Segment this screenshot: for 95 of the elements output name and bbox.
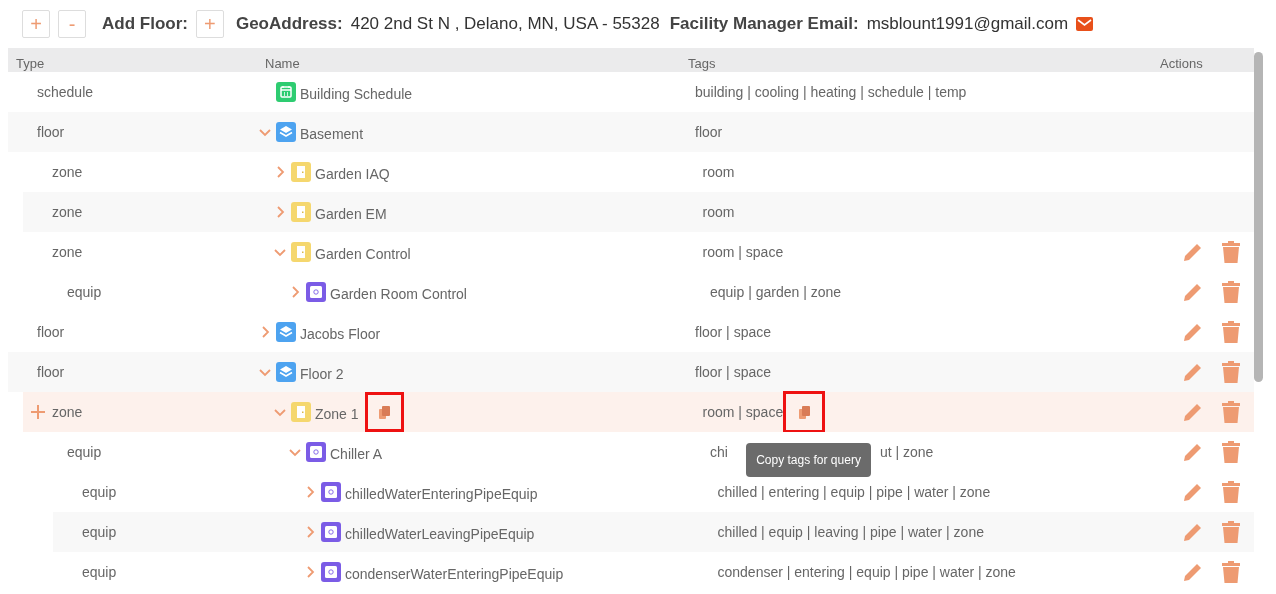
tags-text: ut | zone [879, 442, 934, 462]
tags-text: chilled | equip | leaving | pipe | water | zone [717, 522, 984, 542]
type-text: floor [37, 122, 66, 142]
pencil-icon[interactable] [1182, 521, 1204, 543]
trash-icon[interactable] [1222, 561, 1240, 583]
pencil-icon[interactable] [1182, 441, 1204, 463]
trash-icon[interactable] [1222, 401, 1240, 423]
table-row[interactable]: floor Floor 2 floor | space [8, 352, 1254, 392]
calendar-icon [276, 82, 296, 102]
scrollbar[interactable] [1254, 52, 1263, 382]
email-value: msblount1991@gmail.com [866, 13, 1069, 36]
type-text: equip [82, 522, 118, 542]
table-row[interactable]: zone Garden EM room [23, 192, 1254, 232]
door-icon [291, 242, 311, 262]
type-text: floor [37, 322, 66, 342]
name-text: Garden Room Control [330, 285, 467, 304]
name-text: Garden EM [315, 205, 387, 224]
name-text: Garden IAQ [315, 165, 390, 184]
trash-icon[interactable] [1222, 321, 1240, 343]
table-row[interactable]: equip chilledWaterLeavingPipeEquip chilled | equip | leaving | pipe | water | zone [53, 512, 1254, 552]
add-floor-label: Add Floor: [102, 13, 188, 36]
name-text: chilledWaterEnteringPipeEquip [345, 485, 538, 504]
tags-text: room | space [702, 242, 784, 262]
pencil-icon[interactable] [1182, 361, 1204, 383]
type-text: equip [82, 482, 118, 502]
trash-icon[interactable] [1222, 361, 1240, 383]
trash-icon[interactable] [1222, 281, 1240, 303]
column-header: Type [15, 54, 46, 73]
name-text: Basement [300, 125, 364, 144]
column-header: Tags [687, 54, 717, 73]
column-header: Actions [1160, 54, 1203, 73]
name-text: Zone 1 [315, 405, 359, 424]
layers-icon [276, 122, 296, 142]
pencil-icon[interactable] [1182, 481, 1204, 503]
pencil-icon[interactable] [1182, 321, 1204, 343]
name-text: chilledWaterLeavingPipeEquip [345, 525, 535, 544]
pencil-icon[interactable] [1182, 281, 1204, 303]
tags-text: floor | space [695, 322, 771, 342]
tags-text: chi [710, 442, 728, 462]
tooltip: Copy tags for query [746, 443, 871, 477]
layers-icon [276, 362, 296, 382]
name-text: Floor 2 [300, 365, 344, 384]
tags-text: chilled | entering | equip | pipe | water | zone [717, 482, 991, 502]
pencil-icon[interactable] [1182, 401, 1204, 423]
pencil-icon[interactable] [1182, 241, 1204, 263]
type-text: zone [52, 242, 84, 262]
door-icon [291, 202, 311, 222]
tags-text: equip | garden | zone [710, 282, 842, 302]
type-text: floor [37, 362, 66, 382]
tags-text: room [702, 202, 735, 222]
layers-icon [276, 322, 296, 342]
device-icon [321, 522, 341, 542]
tags-text: floor | space [695, 362, 771, 382]
tags-text: floor [695, 122, 723, 142]
type-text: schedule [37, 82, 95, 102]
type-text: equip [67, 442, 103, 462]
trash-icon[interactable] [1222, 241, 1240, 263]
door-icon [291, 162, 311, 182]
trash-icon[interactable] [1222, 441, 1240, 463]
name-text: condenserWaterEnteringPipeEquip [345, 565, 564, 584]
device-icon [321, 562, 341, 582]
mail-icon[interactable] [1076, 17, 1094, 31]
email-label: Facility Manager Email: [669, 13, 859, 36]
door-icon [291, 402, 311, 422]
table-row[interactable]: floor Basement floor [8, 112, 1254, 152]
pencil-icon[interactable] [1182, 561, 1204, 583]
copy-icon[interactable] [378, 405, 390, 419]
geo-address-value: 420 2nd St N , Delano, MN, USA - 55328 [350, 13, 660, 36]
type-text: equip [82, 562, 118, 582]
name-text: Garden Control [315, 245, 411, 264]
tags-text: room [702, 162, 735, 182]
copy-icon[interactable] [798, 405, 810, 419]
type-text: zone [52, 162, 84, 182]
column-header: Name [264, 54, 301, 73]
type-text: zone [52, 402, 84, 422]
tags-text: room | space [702, 402, 784, 422]
tags-text: building | cooling | heating | schedule | temp [695, 82, 967, 102]
chevron-down-icon[interactable] [258, 366, 271, 378]
device-icon [306, 442, 326, 462]
chevron-down-icon[interactable] [273, 246, 286, 258]
type-text: zone [52, 202, 84, 222]
chevron-down-icon[interactable] [273, 406, 286, 418]
tags-text: condenser | entering | equip | pipe | water | zone [717, 562, 1016, 582]
name-text: Jacobs Floor [300, 325, 381, 344]
name-text: Building Schedule [300, 85, 413, 104]
name-text: Chiller A [330, 445, 383, 464]
chevron-down-icon[interactable] [258, 126, 271, 138]
geo-address-label: GeoAddress: [235, 13, 343, 36]
device-icon [306, 282, 326, 302]
type-text: equip [67, 282, 103, 302]
plus-icon[interactable] [29, 404, 46, 420]
device-icon [321, 482, 341, 502]
chevron-down-icon[interactable] [288, 446, 301, 458]
trash-icon[interactable] [1222, 481, 1240, 503]
trash-icon[interactable] [1222, 521, 1240, 543]
